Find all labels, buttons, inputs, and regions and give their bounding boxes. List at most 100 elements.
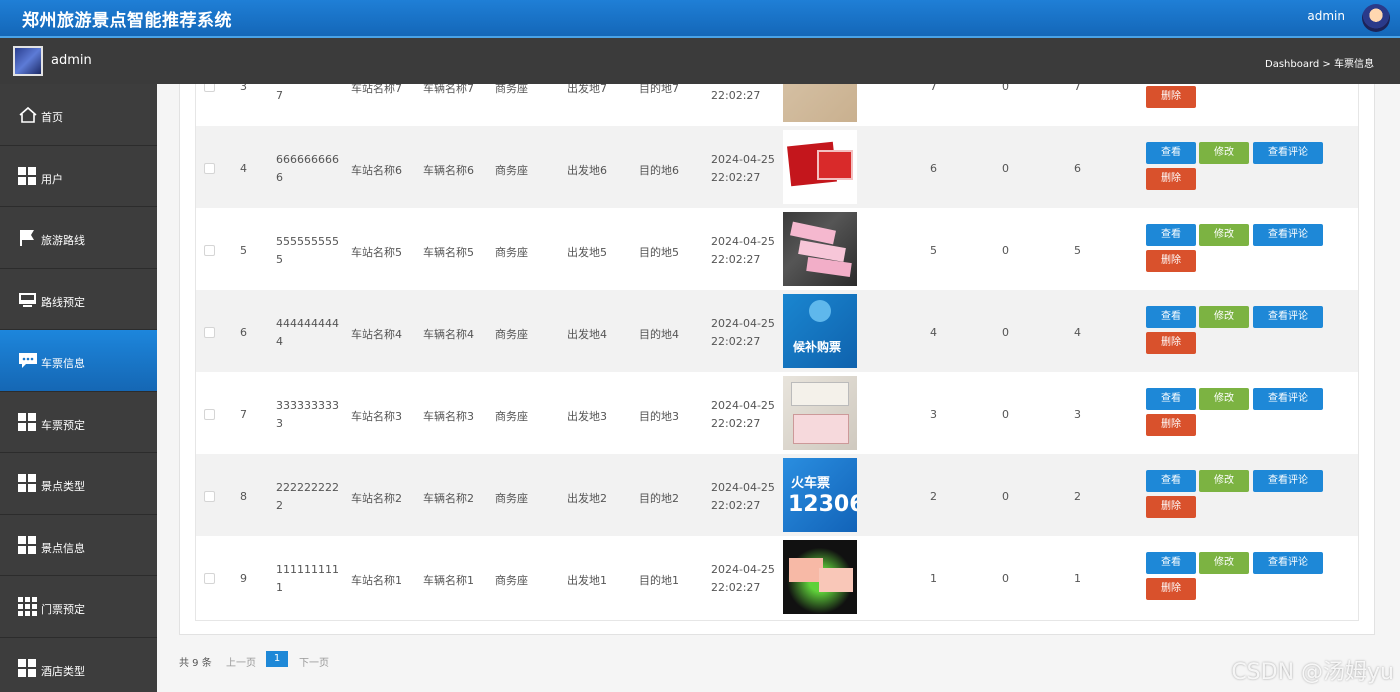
home-icon: [18, 105, 37, 124]
cell-seat: 商务座: [495, 246, 528, 259]
cell-n3: 5: [1074, 244, 1081, 257]
sidebar-item-label: 车票预定: [41, 418, 85, 432]
sidebar-item-1[interactable]: 用户: [0, 146, 157, 207]
ticket-image[interactable]: [783, 540, 857, 614]
ticket-image[interactable]: [783, 130, 857, 204]
edit-button[interactable]: 修改: [1199, 552, 1249, 574]
delete-button[interactable]: 删除: [1146, 496, 1196, 518]
cell-from: 出发地1: [567, 574, 607, 587]
row-checkbox[interactable]: [204, 84, 215, 92]
cell-code1: 444444444: [276, 317, 339, 330]
cell-from: 出发地3: [567, 410, 607, 423]
sidebar-item-5[interactable]: 车票预定: [0, 392, 157, 453]
cell-n2: 0: [1002, 162, 1009, 175]
sidebar-item-7[interactable]: 景点信息: [0, 515, 157, 576]
view-comments-button[interactable]: 查看评论: [1253, 552, 1323, 574]
sidebar-item-8[interactable]: 门票预定: [0, 576, 157, 638]
ticket-image[interactable]: [783, 212, 857, 286]
cell-n3: 2: [1074, 490, 1081, 503]
ticket-image[interactable]: [783, 376, 857, 450]
edit-button[interactable]: 修改: [1199, 470, 1249, 492]
cell-from: 出发地6: [567, 164, 607, 177]
cell-vehicle: 车辆名称6: [423, 164, 474, 177]
view-comments-button[interactable]: 查看评论: [1253, 142, 1323, 164]
header-username[interactable]: admin: [1307, 9, 1345, 23]
row-checkbox[interactable]: [204, 163, 215, 174]
view-button[interactable]: 查看: [1146, 552, 1196, 574]
row-checkbox[interactable]: [204, 409, 215, 420]
ticket-image[interactable]: [783, 84, 857, 122]
cell-code2: 7: [276, 89, 283, 102]
cell-code2: 4: [276, 335, 283, 348]
cell-n2: 0: [1002, 490, 1009, 503]
table-row: 4 666666666 6 车站名称6 车辆名称6 商务座 出发地6 目的地6 2024-04-…: [196, 126, 1358, 208]
breadcrumb[interactable]: Dashboard > 车票信息: [1265, 55, 1374, 70]
row-checkbox[interactable]: [204, 327, 215, 338]
sidebar-item-label: 景点信息: [41, 541, 85, 555]
delete-button[interactable]: 删除: [1146, 414, 1196, 436]
view-button[interactable]: 查看: [1146, 142, 1196, 164]
ticket-image[interactable]: 火车票 12306: [783, 458, 857, 532]
cell-vehicle: 车辆名称7: [423, 84, 474, 95]
table-row: 37车站名称7车辆名称7商务座出发地7目的地722:02:27707查看修改查看…: [196, 84, 1358, 126]
sidebar-item-9[interactable]: 酒店类型: [0, 638, 157, 692]
sidebar-item-label: 用户: [41, 172, 63, 186]
sidebar-item-6[interactable]: 景点类型: [0, 453, 157, 515]
delete-button[interactable]: 删除: [1146, 578, 1196, 600]
view-comments-button[interactable]: 查看评论: [1253, 306, 1323, 328]
cell-time: 22:02:27: [711, 417, 761, 430]
grid-icon: [18, 474, 37, 493]
cell-date: 2024-04-25: [711, 481, 775, 494]
view-button[interactable]: 查看: [1146, 470, 1196, 492]
table-row: 8 222222222 2 车站名称2 车辆名称2 商务座 出发地2 目的地2 2024-04-…: [196, 454, 1358, 536]
delete-button[interactable]: 删除: [1146, 250, 1196, 272]
table-row: 6 444444444 4 车站名称4 车辆名称4 商务座 出发地4 目的地4 2024-04-…: [196, 290, 1358, 372]
delete-button[interactable]: 删除: [1146, 86, 1196, 108]
sidebar-item-2[interactable]: 旅游路线: [0, 207, 157, 269]
delete-button[interactable]: 删除: [1146, 168, 1196, 190]
view-button[interactable]: 查看: [1146, 306, 1196, 328]
view-comments-button[interactable]: 查看评论: [1253, 388, 1323, 410]
user-avatar: [13, 46, 43, 76]
cell-date: 2024-04-25: [711, 563, 775, 576]
cell-seat: 商务座: [495, 164, 528, 177]
flag-icon: [18, 228, 37, 247]
view-button[interactable]: 查看: [1146, 224, 1196, 246]
header-avatar[interactable]: [1362, 4, 1390, 32]
cell-n1: 6: [930, 162, 937, 175]
view-comments-button[interactable]: 查看评论: [1253, 470, 1323, 492]
thumb-caption: 火车票: [791, 476, 831, 491]
thumb-caption: 候补购票: [793, 340, 842, 354]
sidebar-item-3[interactable]: 路线预定: [0, 269, 157, 330]
cell-vehicle: 车辆名称5: [423, 246, 474, 259]
cell-code1: 555555555: [276, 235, 339, 248]
ticket-table: 37车站名称7车辆名称7商务座出发地7目的地722:02:27707查看修改查看…: [195, 84, 1359, 621]
edit-button[interactable]: 修改: [1199, 306, 1249, 328]
row-checkbox[interactable]: [204, 245, 215, 256]
watermark: CSDN @汤姆yu: [1231, 660, 1394, 685]
ticket-image[interactable]: 候补购票: [783, 294, 857, 368]
cell-code1: 666666666: [276, 153, 339, 166]
edit-button[interactable]: 修改: [1199, 388, 1249, 410]
prev-page-button[interactable]: 上一页: [226, 654, 256, 669]
view-button[interactable]: 查看: [1146, 388, 1196, 410]
sidebar-item-4[interactable]: 车票信息: [0, 330, 157, 392]
edit-button[interactable]: 修改: [1199, 224, 1249, 246]
next-page-button[interactable]: 下一页: [299, 654, 329, 669]
view-comments-button[interactable]: 查看评论: [1253, 224, 1323, 246]
cell-n3: 6: [1074, 162, 1081, 175]
cell-n2: 0: [1002, 572, 1009, 585]
cell-to: 目的地3: [639, 410, 679, 423]
table-row: 5 555555555 5 车站名称5 车辆名称5 商务座 出发地5 目的地5 2024-04-…: [196, 208, 1358, 290]
row-checkbox[interactable]: [204, 573, 215, 584]
sidebar-item-0[interactable]: 首页: [0, 84, 157, 146]
row-checkbox[interactable]: [204, 491, 215, 502]
current-page-button[interactable]: 1: [266, 651, 288, 667]
cell-time: 22:02:27: [711, 89, 761, 102]
cell-code1: 222222222: [276, 481, 339, 494]
delete-button[interactable]: 删除: [1146, 332, 1196, 354]
cell-station: 车站名称7: [351, 84, 402, 95]
cell-idx: 3: [240, 84, 247, 93]
cell-vehicle: 车辆名称4: [423, 328, 474, 341]
edit-button[interactable]: 修改: [1199, 142, 1249, 164]
